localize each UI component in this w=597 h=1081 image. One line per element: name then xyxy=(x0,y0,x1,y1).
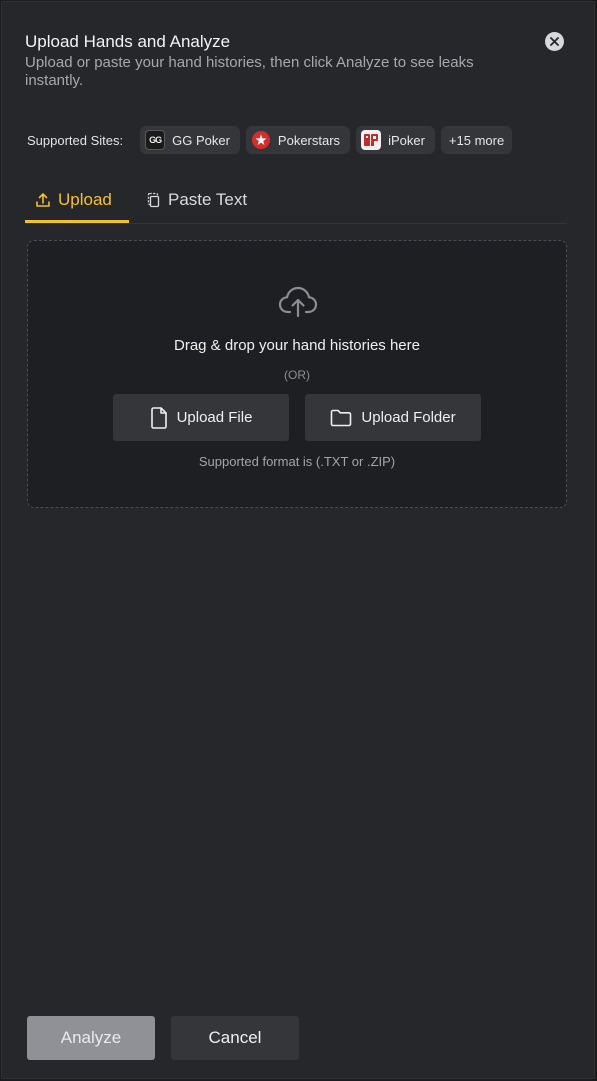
upload-folder-label: Upload Folder xyxy=(361,409,456,426)
more-sites-chip[interactable]: +15 more xyxy=(440,126,513,154)
supported-sites: Supported Sites: GG GG Poker Pokerstars xyxy=(27,126,518,154)
paste-icon xyxy=(147,192,160,208)
drag-drop-text: Drag & drop your hand histories here xyxy=(174,337,420,354)
close-icon xyxy=(550,37,559,46)
upload-file-label: Upload File xyxy=(176,409,253,426)
upload-icon xyxy=(36,193,50,207)
tab-upload[interactable]: Upload xyxy=(25,180,129,223)
file-icon xyxy=(150,406,167,429)
dialog-title: Upload Hands and Analyze xyxy=(25,32,231,51)
site-chip-label: Pokerstars xyxy=(277,132,341,148)
site-chip-gg-poker: GG GG Poker xyxy=(140,126,240,154)
site-chip-pokerstars: Pokerstars xyxy=(245,126,351,154)
ipoker-logo-icon xyxy=(361,130,382,150)
supported-format-text: Supported format is (.TXT or .ZIP) xyxy=(198,454,396,469)
upload-dialog: Upload Hands and Analyze Upload or paste… xyxy=(1,1,595,1079)
file-dropzone[interactable]: Drag & drop your hand histories here (OR… xyxy=(27,240,567,508)
supported-sites-label: Supported Sites: xyxy=(27,132,124,148)
cancel-button[interactable]: Cancel xyxy=(171,1016,299,1060)
close-button[interactable] xyxy=(545,32,564,51)
site-chip-ipoker: iPoker xyxy=(356,126,435,154)
site-chip-label: iPoker xyxy=(388,132,425,148)
gg-poker-logo-icon: GG xyxy=(145,130,166,150)
tab-upload-label: Upload xyxy=(58,190,112,209)
folder-icon xyxy=(331,409,352,426)
analyze-button[interactable]: Analyze xyxy=(27,1016,155,1060)
upload-folder-button[interactable]: Upload Folder xyxy=(305,394,481,441)
dialog-subtitle: Upload or paste your hand histories, the… xyxy=(25,54,474,89)
upload-file-button[interactable]: Upload File xyxy=(113,394,289,441)
or-separator: (OR) xyxy=(284,368,310,382)
tab-paste-text-label: Paste Text xyxy=(168,190,248,209)
cloud-upload-icon xyxy=(278,286,318,318)
pokerstars-logo-icon xyxy=(251,130,271,150)
tab-bar: Upload Paste Text xyxy=(25,180,567,224)
tab-paste-text[interactable]: Paste Text xyxy=(145,180,247,220)
site-chip-label: GG Poker xyxy=(172,132,230,148)
